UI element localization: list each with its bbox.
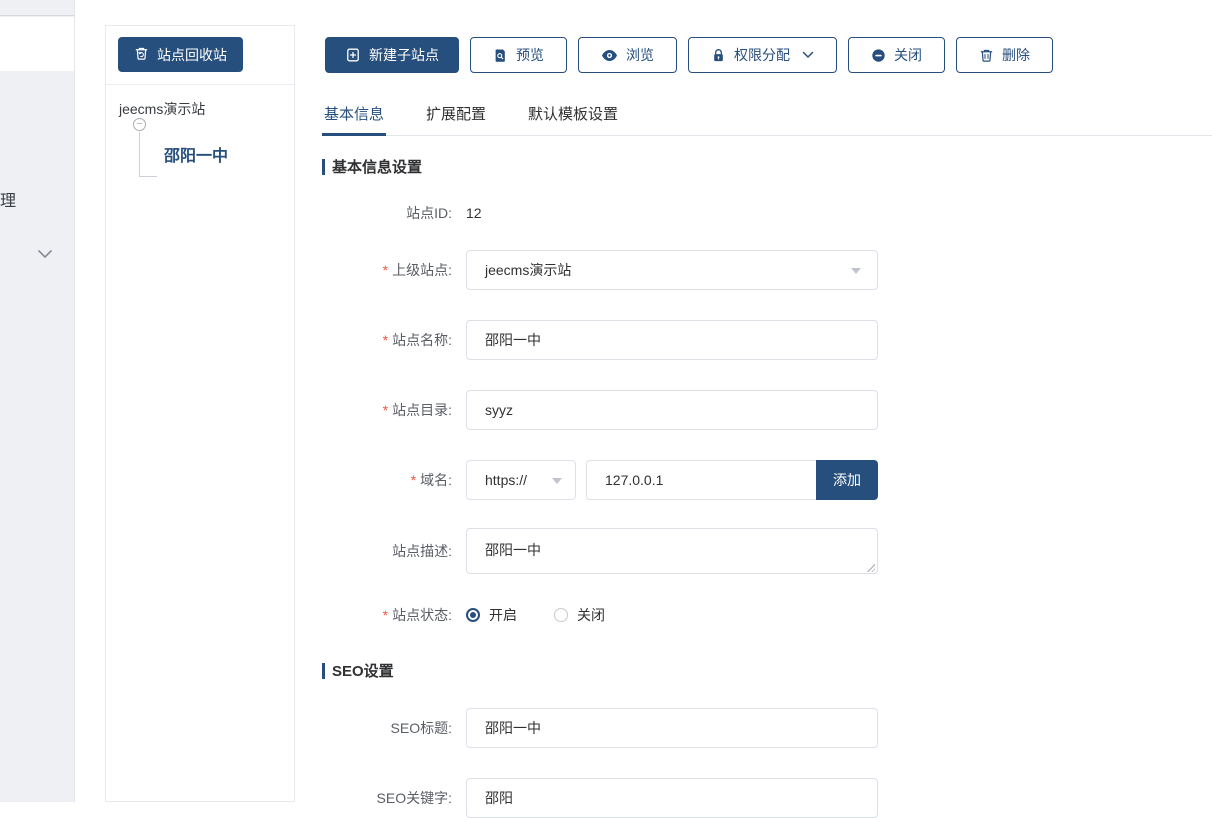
minus-circle-icon	[871, 48, 886, 63]
recycle-bin-icon	[134, 46, 149, 64]
domain-label: 域名:	[420, 472, 452, 488]
dropdown-arrow-icon	[851, 268, 861, 274]
site-name-label: 站点名称:	[392, 332, 452, 348]
site-name-row: * 站点名称:	[322, 320, 1212, 360]
tree-collapse-icon[interactable]: −	[133, 118, 146, 131]
trash-icon	[979, 48, 994, 63]
domain-input-group: 添加	[586, 460, 878, 500]
status-radio-off[interactable]: 关闭	[554, 605, 605, 625]
section-basic-info: 基本信息设置	[322, 158, 1212, 176]
tree-node-selected[interactable]: 邵阳一中	[164, 142, 228, 166]
required-mark: *	[382, 332, 389, 348]
dropdown-arrow-icon	[552, 478, 562, 484]
preview-button[interactable]: 预览	[470, 37, 567, 73]
new-sub-site-button[interactable]: 新建子站点	[325, 37, 459, 73]
browse-button[interactable]: 浏览	[578, 37, 677, 73]
required-mark: *	[410, 472, 417, 488]
site-desc-label: 站点描述:	[392, 543, 452, 559]
tab-extended-config[interactable]: 扩展配置	[424, 100, 488, 135]
seo-title-label: SEO标题:	[390, 720, 452, 736]
seo-keywords-label: SEO关键字:	[376, 790, 452, 806]
tree-node-root[interactable]: jeecms演示站	[119, 99, 205, 119]
tab-basic-info[interactable]: 基本信息	[322, 100, 387, 136]
protocol-selected-value: https://	[485, 472, 528, 488]
required-mark: *	[382, 262, 389, 278]
seo-title-row: SEO标题:	[322, 708, 1212, 748]
section-accent-bar	[322, 662, 325, 679]
main-panel: 新建子站点 预览 浏览 权限分配 关闭 删除 基本信息 扩展配置 默认模板设置 …	[296, 0, 1212, 818]
site-dir-input[interactable]	[466, 390, 878, 430]
site-status-row: * 站点状态: 开启 关闭	[322, 606, 1212, 624]
domain-row: *域名: https:// 添加	[322, 460, 1212, 500]
section-title: 基本信息设置	[332, 159, 423, 176]
add-domain-button[interactable]: 添加	[816, 460, 878, 500]
lock-icon	[711, 48, 726, 63]
seo-title-input[interactable]	[466, 708, 878, 748]
recycle-bin-label: 站点回收站	[157, 46, 227, 63]
parent-site-label: 上级站点:	[392, 262, 452, 278]
parent-site-selected-value: jeecms演示站	[485, 262, 572, 278]
toolbar: 新建子站点 预览 浏览 权限分配 关闭 删除	[325, 37, 1053, 73]
site-recycle-bin-button[interactable]: 站点回收站	[118, 37, 243, 72]
protocol-select[interactable]: https://	[466, 460, 576, 500]
site-id-label: 站点ID:	[406, 205, 452, 221]
required-mark: *	[382, 402, 389, 418]
add-site-icon	[345, 47, 361, 63]
site-desc-textarea[interactable]: 邵阳一中	[466, 528, 878, 574]
domain-input[interactable]	[586, 460, 816, 500]
radio-dot-icon	[554, 608, 568, 622]
chevron-down-icon[interactable]	[37, 247, 53, 259]
left-nav-rail: 理	[0, 0, 75, 802]
section-title: SEO设置	[332, 663, 394, 680]
permissions-button[interactable]: 权限分配	[688, 37, 837, 73]
radio-dot-icon	[466, 608, 480, 622]
delete-site-button[interactable]: 删除	[956, 37, 1053, 73]
site-tree-panel: 站点回收站 jeecms演示站 − 邵阳一中	[105, 25, 295, 802]
status-radio-on[interactable]: 开启	[466, 605, 517, 625]
chevron-down-icon	[802, 51, 814, 59]
divider	[106, 84, 294, 85]
tab-default-template[interactable]: 默认模板设置	[526, 100, 620, 135]
parent-site-select[interactable]: jeecms演示站	[466, 250, 878, 290]
required-mark: *	[382, 607, 389, 623]
site-dir-label: 站点目录:	[392, 402, 452, 418]
section-accent-bar	[322, 158, 325, 175]
tree-connector	[139, 176, 157, 177]
preview-doc-icon	[493, 48, 508, 63]
settings-tabs: 基本信息 扩展配置 默认模板设置	[322, 100, 1212, 136]
site-dir-row: * 站点目录:	[322, 390, 1212, 430]
tree-connector	[139, 132, 140, 176]
left-nav-item-label[interactable]: 理	[0, 187, 16, 211]
seo-keywords-input[interactable]	[466, 778, 878, 818]
seo-keywords-row: SEO关键字:	[322, 778, 1212, 818]
site-desc-row: 站点描述: 邵阳一中	[322, 528, 1212, 577]
site-id-row: 站点ID: 12	[322, 203, 1212, 223]
eye-icon	[601, 49, 618, 62]
site-status-label: 站点状态:	[392, 607, 452, 623]
site-name-input[interactable]	[466, 320, 878, 360]
close-site-button[interactable]: 关闭	[848, 37, 945, 73]
section-seo: SEO设置	[322, 662, 1212, 680]
left-nav-header-strip	[0, 0, 74, 16]
left-nav-active-item[interactable]	[0, 17, 74, 71]
site-id-value: 12	[466, 205, 482, 221]
parent-site-row: * 上级站点: jeecms演示站	[322, 250, 1212, 290]
basic-info-form: 基本信息设置 站点ID: 12 * 上级站点: jeecms演示站 * 站点名称: …	[322, 145, 1212, 818]
